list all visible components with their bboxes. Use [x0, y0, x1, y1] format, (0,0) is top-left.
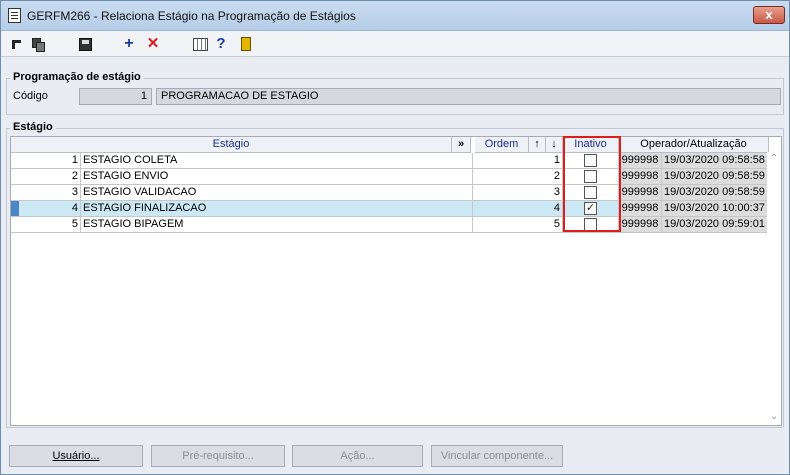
atualizacao-cell: 19/03/2020 09:59:01	[662, 217, 769, 233]
programacao-name-field: PROGRAMACAO DE ESTAGIO	[156, 88, 781, 105]
usuario-button-label: Usuário...	[52, 450, 100, 462]
inativo-checkbox[interactable]: ✓	[584, 202, 597, 215]
exit-icon[interactable]	[237, 35, 255, 53]
operador-cell: 999998	[619, 153, 662, 169]
scroll-down-icon[interactable]: ⌄	[767, 410, 781, 424]
inativo-cell: ✓	[563, 201, 619, 217]
inativo-cell	[563, 185, 619, 201]
table-row-selected[interactable]: 4 ESTAGIO FINALIZACAO 4 ✓ 999998 19/03/2…	[11, 201, 769, 217]
expand-columns-button[interactable]: »	[452, 137, 471, 153]
programacao-group-title: Programação de estágio	[10, 71, 144, 83]
selection-indicator	[11, 201, 19, 216]
move-down-button[interactable]: ↓	[546, 137, 563, 153]
arrow-icon[interactable]	[7, 35, 25, 53]
ordem-cell[interactable]: 5	[473, 217, 563, 233]
row-number: 4	[11, 201, 81, 217]
inativo-cell	[563, 217, 619, 233]
estagio-name-cell[interactable]: ESTAGIO BIPAGEM	[81, 217, 473, 233]
prerequisito-button[interactable]: Pré-requisito...	[151, 445, 285, 467]
operador-cell: 999998	[619, 201, 662, 217]
table-row[interactable]: 3 ESTAGIO VALIDACAO 3 999998 19/03/2020 …	[11, 185, 769, 201]
row-number: 3	[11, 185, 81, 201]
inativo-checkbox[interactable]	[584, 186, 597, 199]
row-number-text: 4	[71, 202, 78, 214]
app-window: GERFM266 - Relaciona Estágio na Programa…	[0, 0, 790, 475]
row-number: 5	[11, 217, 81, 233]
row-number: 1	[11, 153, 81, 169]
atualizacao-cell: 19/03/2020 10:00:37	[662, 201, 769, 217]
inativo-cell	[563, 153, 619, 169]
toolbar: + ✕ ?	[1, 31, 789, 57]
ordem-cell[interactable]: 2	[473, 169, 563, 185]
title-bar: GERFM266 - Relaciona Estágio na Programa…	[1, 1, 789, 31]
estagio-grid: Estágio » Ordem ↑ ↓ Inativo Operador/Atu…	[10, 136, 782, 426]
acao-button-label: Ação...	[340, 450, 375, 462]
estagio-name-cell[interactable]: ESTAGIO COLETA	[81, 153, 473, 169]
delete-icon[interactable]: ✕	[144, 35, 162, 53]
grid-icon[interactable]	[191, 35, 209, 53]
add-icon[interactable]: +	[120, 35, 138, 53]
table-row[interactable]: 5 ESTAGIO BIPAGEM 5 999998 19/03/2020 09…	[11, 217, 769, 233]
inativo-checkbox[interactable]	[584, 154, 597, 167]
table-row[interactable]: 1 ESTAGIO COLETA 1 999998 19/03/2020 09:…	[11, 153, 769, 169]
inativo-checkbox[interactable]	[584, 218, 597, 231]
document-icon	[8, 8, 21, 23]
estagio-group-title: Estágio	[10, 121, 56, 133]
codigo-label: Código	[13, 90, 48, 102]
column-header-estagio[interactable]: Estágio	[11, 137, 452, 153]
ordem-cell[interactable]: 4	[473, 201, 563, 217]
operador-cell: 999998	[619, 169, 662, 185]
window-title: GERFM266 - Relaciona Estágio na Programa…	[27, 9, 356, 23]
operador-cell: 999998	[619, 185, 662, 201]
column-header-operador[interactable]: Operador/Atualização	[619, 137, 769, 153]
atualizacao-cell: 19/03/2020 09:58:58	[662, 153, 769, 169]
prerequisito-button-label: Pré-requisito...	[182, 450, 254, 462]
copy-icon[interactable]	[29, 35, 47, 53]
help-icon[interactable]: ?	[212, 35, 230, 53]
ordem-cell[interactable]: 3	[473, 185, 563, 201]
atualizacao-cell: 19/03/2020 09:58:59	[662, 169, 769, 185]
column-header-ordem[interactable]: Ordem	[475, 137, 529, 153]
vincular-button-label: Vincular componente...	[440, 450, 554, 462]
close-button[interactable]: x	[753, 6, 785, 24]
inativo-cell	[563, 169, 619, 185]
scroll-up-icon[interactable]: ⌃	[767, 152, 781, 166]
table-row[interactable]: 2 ESTAGIO ENVIO 2 999998 19/03/2020 09:5…	[11, 169, 769, 185]
usuario-button[interactable]: Usuário...	[9, 445, 143, 467]
estagio-name-cell[interactable]: ESTAGIO FINALIZACAO	[81, 201, 473, 217]
codigo-field: 1	[79, 88, 152, 105]
estagio-name-cell[interactable]: ESTAGIO VALIDACAO	[81, 185, 473, 201]
row-number: 2	[11, 169, 81, 185]
inativo-checkbox[interactable]	[584, 170, 597, 183]
save-icon[interactable]	[76, 35, 94, 53]
estagio-name-cell[interactable]: ESTAGIO ENVIO	[81, 169, 473, 185]
vertical-scrollbar[interactable]: ⌃ ⌄	[767, 152, 781, 424]
vincular-componente-button[interactable]: Vincular componente...	[431, 445, 563, 467]
atualizacao-cell: 19/03/2020 09:58:59	[662, 185, 769, 201]
column-header-inativo[interactable]: Inativo	[563, 137, 619, 153]
move-up-button[interactable]: ↑	[529, 137, 546, 153]
acao-button[interactable]: Ação...	[292, 445, 423, 467]
operador-cell: 999998	[619, 217, 662, 233]
ordem-cell[interactable]: 1	[473, 153, 563, 169]
